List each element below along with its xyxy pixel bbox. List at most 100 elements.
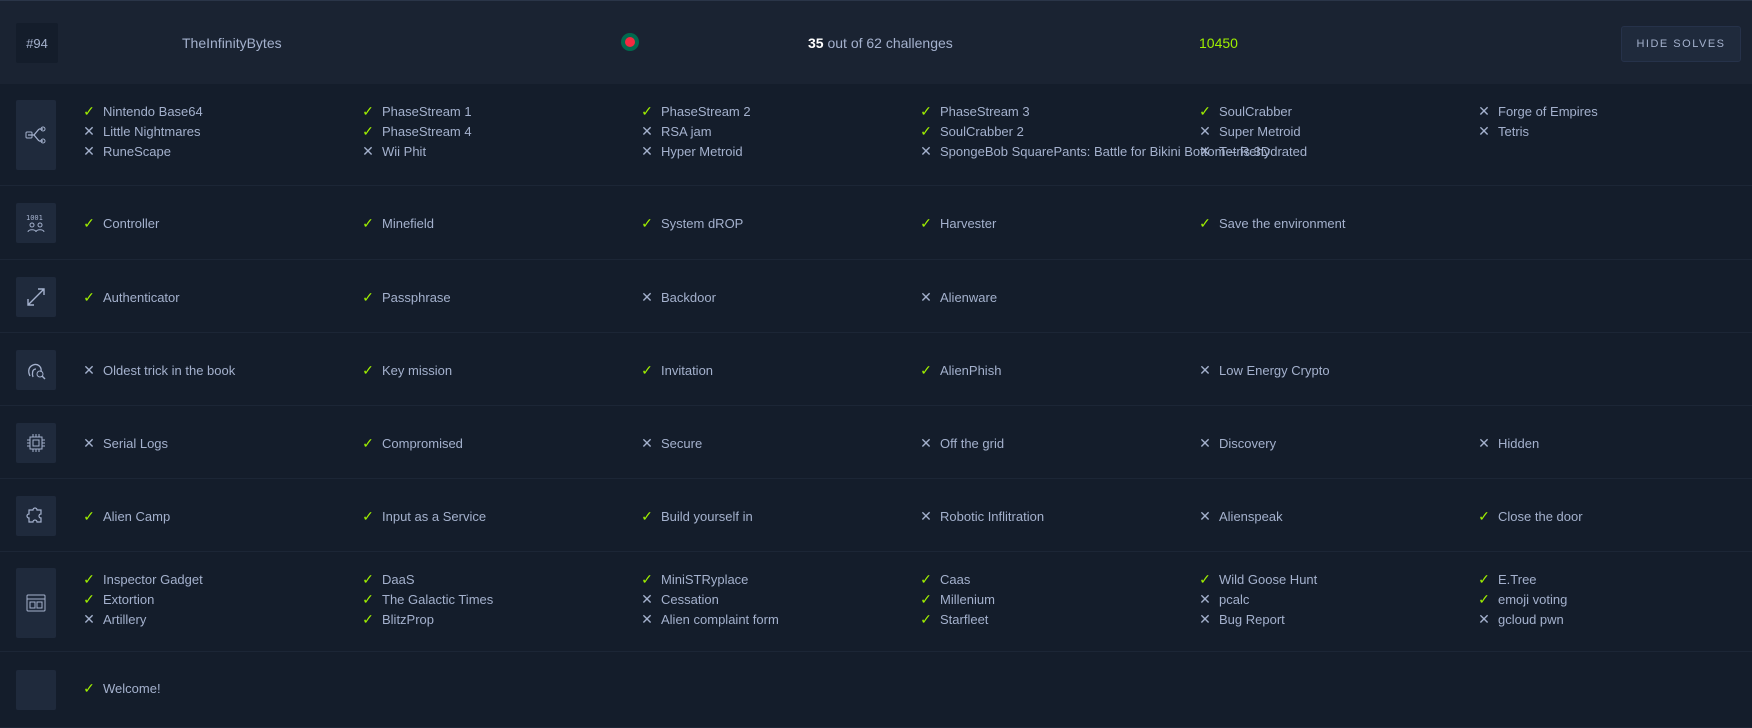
challenge-name: Alien complaint form: [661, 612, 779, 627]
challenge-item[interactable]: ✓ Build yourself in: [639, 506, 753, 526]
challenge-item[interactable]: ✓ Harvester: [918, 213, 996, 233]
challenge-name: RSA jam: [661, 124, 712, 139]
challenge-item[interactable]: ✓ DaaS: [360, 569, 415, 589]
challenge-item[interactable]: ✓ System dROP: [639, 213, 743, 233]
challenge-name: DaaS: [382, 572, 415, 587]
challenge-name: Invitation: [661, 363, 714, 378]
challenge-item[interactable]: ✓ Alien Camp: [81, 506, 170, 526]
cross-icon: ✕: [1199, 508, 1211, 524]
challenge-item[interactable]: ✓ Save the environment: [1197, 213, 1345, 233]
check-icon: ✓: [1199, 571, 1211, 587]
challenge-item[interactable]: ✓ Extortion: [81, 589, 154, 609]
challenge-item[interactable]: ✓ PhaseStream 4: [360, 121, 471, 141]
challenge-item[interactable]: ✕ Discovery: [1197, 433, 1276, 453]
challenge-item[interactable]: ✕ RSA jam: [639, 121, 712, 141]
challenge-name: Off the grid: [940, 436, 1005, 451]
team-name[interactable]: TheInfinityBytes: [182, 35, 282, 51]
web-browser-icon: [16, 568, 56, 638]
challenge-item[interactable]: ✓ Close the door: [1476, 506, 1583, 526]
challenge-item[interactable]: ✕ Artillery: [81, 609, 146, 629]
check-icon: ✓: [83, 508, 95, 524]
check-icon: ✓: [641, 103, 653, 119]
challenge-item[interactable]: ✕ Off the grid: [918, 433, 1004, 453]
challenge-item[interactable]: ✕ Robotic Inflitration: [918, 506, 1044, 526]
check-icon: ✓: [920, 591, 932, 607]
challenge-name: emoji voting: [1498, 592, 1568, 607]
challenge-item[interactable]: ✓ PhaseStream 2: [639, 101, 750, 121]
challenge-item[interactable]: ✕ Forge of Empires: [1476, 101, 1598, 121]
challenge-item[interactable]: ✓ Millenium: [918, 589, 995, 609]
challenge-item[interactable]: ✕ Hidden: [1476, 433, 1539, 453]
challenge-item[interactable]: ✓ Minefield: [360, 213, 434, 233]
cross-icon: ✕: [1199, 143, 1211, 159]
reversing-arrows-icon: [16, 276, 56, 317]
challenge-item[interactable]: ✕ Cessation: [639, 589, 719, 609]
challenge-name: Alien Camp: [103, 509, 171, 524]
challenge-item[interactable]: ✕ Bug Report: [1197, 609, 1285, 629]
challenge-name: RuneScape: [103, 144, 171, 159]
challenge-name: Save the environment: [1219, 216, 1346, 231]
challenge-name: Tetris: [1498, 124, 1530, 139]
challenge-item[interactable]: ✕ Little Nightmares: [81, 121, 200, 141]
challenge-item[interactable]: ✓ AlienPhish: [918, 360, 1001, 380]
solved-count: 35: [808, 35, 824, 51]
challenge-item[interactable]: ✓ E.Tree: [1476, 569, 1536, 589]
forensics-fingerprint-icon: [16, 349, 56, 390]
challenge-item[interactable]: ✓ Wild Goose Hunt: [1197, 569, 1317, 589]
challenge-name: Alienspeak: [1219, 509, 1283, 524]
challenge-item[interactable]: ✓ Key mission: [360, 360, 452, 380]
challenge-item[interactable]: ✓ Inspector Gadget: [81, 569, 203, 589]
challenge-item[interactable]: ✕ Super Metroid: [1197, 121, 1301, 141]
challenge-name: Forge of Empires: [1498, 104, 1598, 119]
challenge-name: Welcome!: [103, 681, 161, 696]
challenge-item[interactable]: ✓ SoulCrabber: [1197, 101, 1292, 121]
challenge-item[interactable]: ✓ The Galactic Times: [360, 589, 493, 609]
challenge-item[interactable]: ✕ pcalc: [1197, 589, 1249, 609]
challenge-item[interactable]: ✓ Welcome!: [81, 678, 161, 698]
challenge-item[interactable]: ✕ Backdoor: [639, 287, 716, 307]
category-row: ✕ Serial Logs ✓ Compromised ✕ Secure ✕ Off the …: [0, 406, 1752, 479]
challenge-item[interactable]: ✓ Starfleet: [918, 609, 988, 629]
challenge-item[interactable]: ✓ PhaseStream 3: [918, 101, 1029, 121]
cross-icon: ✕: [641, 123, 653, 139]
challenge-item[interactable]: ✕ gcloud pwn: [1476, 609, 1564, 629]
challenge-item[interactable]: ✕ Alien complaint form: [639, 609, 779, 629]
challenge-item[interactable]: ✓ emoji voting: [1476, 589, 1567, 609]
challenge-name: Close the door: [1498, 509, 1583, 524]
challenge-item[interactable]: ✕ Oldest trick in the book: [81, 360, 235, 380]
challenge-item[interactable]: ✕ Serial Logs: [81, 433, 168, 453]
blank-icon: [16, 670, 56, 710]
challenge-item[interactable]: ✕ Low Energy Crypto: [1197, 360, 1329, 380]
challenge-name: Cessation: [661, 592, 719, 607]
challenge-item[interactable]: ✕ Alienspeak: [1197, 506, 1283, 526]
cross-icon: ✕: [641, 143, 653, 159]
challenge-item[interactable]: ✓ Controller: [81, 213, 159, 233]
challenge-item[interactable]: ✓ Authenticator: [81, 287, 179, 307]
challenge-item[interactable]: ✓ Invitation: [639, 360, 713, 380]
challenge-item[interactable]: ✓ BlitzProp: [360, 609, 434, 629]
challenge-item[interactable]: ✕ Wii Phit: [360, 141, 426, 161]
challenge-name: PhaseStream 1: [382, 104, 472, 119]
check-icon: ✓: [83, 571, 95, 587]
challenge-name: Harvester: [940, 216, 997, 231]
challenge-item[interactable]: ✓ Passphrase: [360, 287, 451, 307]
challenge-item[interactable]: ✕ Hyper Metroid: [639, 141, 743, 161]
check-icon: ✓: [362, 362, 374, 378]
challenge-item[interactable]: ✕ Tetris: [1476, 121, 1529, 141]
challenge-item[interactable]: ✓ MiniSTRyplace: [639, 569, 748, 589]
challenge-item[interactable]: ✓ Compromised: [360, 433, 463, 453]
cross-icon: ✕: [1478, 123, 1490, 139]
challenge-item[interactable]: ✕ Secure: [639, 433, 702, 453]
challenge-item[interactable]: ✓ Nintendo Base64: [81, 101, 203, 121]
challenge-item[interactable]: ✕ Alienware: [918, 287, 997, 307]
challenge-item[interactable]: ✓ PhaseStream 1: [360, 101, 472, 121]
check-icon: ✓: [1478, 591, 1490, 607]
challenge-item[interactable]: ✓ Input as a Service: [360, 506, 486, 526]
hide-solves-button[interactable]: HIDE SOLVES: [1621, 26, 1741, 62]
challenge-item[interactable]: ✕ RuneScape: [81, 141, 171, 161]
check-icon: ✓: [362, 123, 374, 139]
challenge-item[interactable]: ✓ SoulCrabber 2: [918, 121, 1024, 141]
challenge-item[interactable]: ✓ Caas: [918, 569, 970, 589]
challenge-name: Robotic Inflitration: [940, 509, 1045, 524]
challenge-item[interactable]: ✕ Tetris 3D: [1197, 141, 1270, 161]
